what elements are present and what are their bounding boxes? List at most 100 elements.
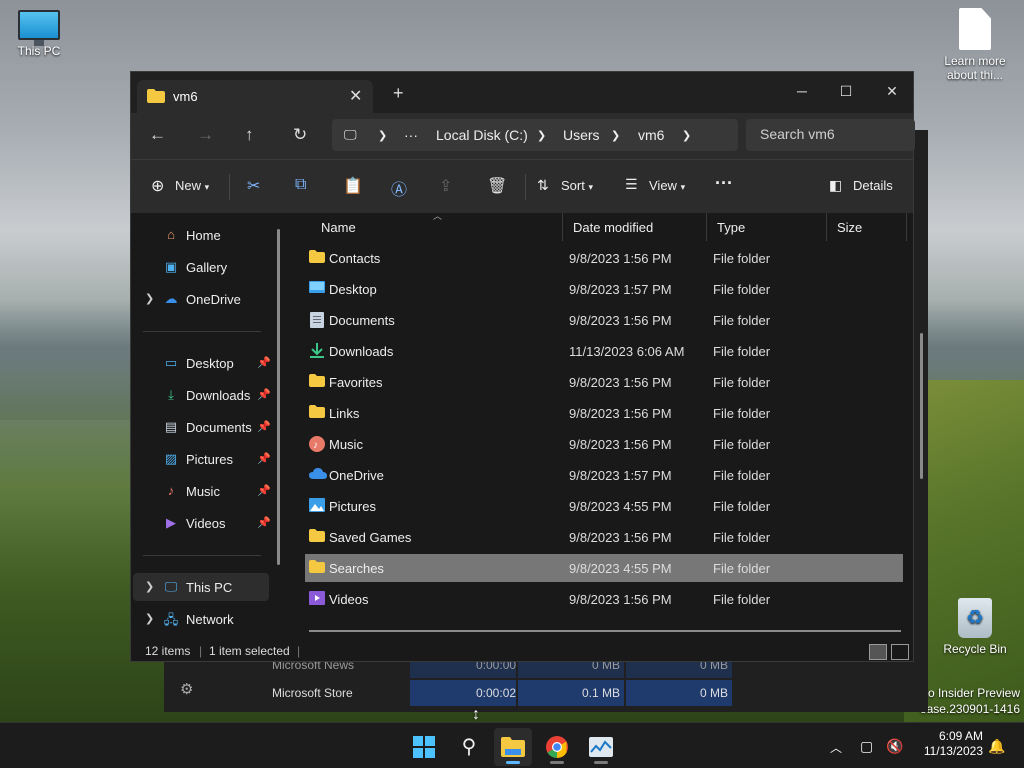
search-box[interactable]: [746, 119, 915, 151]
view-icon[interactable]: ☰: [625, 176, 638, 193]
file-row[interactable]: Videos 9/8/2023 1:56 PM File folder: [305, 585, 903, 613]
close-window-button[interactable]: ✕: [869, 76, 915, 106]
volume-muted-icon[interactable]: 🔇: [886, 738, 903, 755]
nav-item-downloads[interactable]: ⤓ Downloads 📌: [133, 381, 271, 409]
desktop-icon-recycle-bin[interactable]: ♻ Recycle Bin: [938, 598, 1012, 656]
file-row[interactable]: Saved Games 9/8/2023 1:56 PM File folder: [305, 523, 903, 551]
file-row[interactable]: Documents 9/8/2023 1:56 PM File folder: [305, 306, 903, 334]
file-row[interactable]: Downloads 11/13/2023 6:06 AM File folder: [305, 337, 903, 365]
file-explorer-window[interactable]: vm6 ✕ + ─ ☐ ✕ ← → ↑ ↻ 🖵 ❯ ··· Local Disk…: [130, 71, 923, 662]
forward-button[interactable]: →: [197, 125, 214, 145]
title-bar[interactable]: vm6 ✕ + ─ ☐ ✕: [131, 72, 913, 113]
clock-date: 11/13/2023: [923, 744, 983, 758]
minimize-button[interactable]: ─: [779, 76, 825, 106]
desktop-icon-this-pc[interactable]: This PC: [2, 10, 76, 58]
nav-item-onedrive[interactable]: ❯ ☁ OneDrive: [133, 285, 269, 313]
gear-icon[interactable]: ⚙: [180, 680, 193, 698]
maximize-button[interactable]: ☐: [823, 76, 869, 106]
delete-icon[interactable]: 🗑: [487, 176, 507, 196]
chevron-right-icon[interactable]: ❯: [145, 612, 154, 625]
address-overflow[interactable]: ···: [404, 127, 418, 143]
copy-icon[interactable]: ⧉: [295, 176, 306, 194]
file-row[interactable]: Links 9/8/2023 1:56 PM File folder: [305, 399, 903, 427]
pin-icon: 📌: [257, 389, 271, 401]
address-box[interactable]: 🖵 ❯ ··· Local Disk (C:) ❯ Users ❯ vm6 ❯: [332, 119, 738, 151]
desktop-icon-learn-more[interactable]: Learn more about thi...: [938, 8, 1012, 82]
chevron-right-icon[interactable]: ❯: [682, 129, 691, 142]
new-button[interactable]: New ▾: [175, 178, 209, 193]
nav-item-home[interactable]: ⌂ Home: [133, 221, 269, 249]
column-header-name[interactable]: Name: [311, 213, 563, 241]
details-pane-icon[interactable]: ◧: [829, 177, 842, 194]
network-status-icon[interactable]: ▢: [860, 738, 873, 755]
file-row[interactable]: Desktop 9/8/2023 1:57 PM File folder: [305, 275, 903, 303]
column-header-type[interactable]: Type: [707, 213, 827, 241]
notification-bell-icon[interactable]: 🔔: [988, 738, 1005, 755]
chevron-right-icon[interactable]: ❯: [145, 580, 154, 593]
rename-icon[interactable]: Ⓐ: [391, 176, 407, 200]
close-tab-icon[interactable]: ✕: [349, 86, 362, 106]
breadcrumb-local-disk[interactable]: Local Disk (C:): [436, 127, 528, 143]
nav-item-desktop[interactable]: ▭ Desktop 📌: [133, 349, 271, 377]
more-options-button[interactable]: ···: [715, 173, 733, 194]
nav-item-videos[interactable]: ▶ Videos 📌: [133, 509, 271, 537]
plus-circle-icon[interactable]: ⊕: [151, 176, 164, 196]
search-button[interactable]: ⚲: [450, 728, 488, 766]
clock[interactable]: 6:09 AM 11/13/2023: [913, 729, 983, 759]
file-row[interactable]: Searches 9/8/2023 4:55 PM File folder: [305, 554, 903, 582]
refresh-button[interactable]: ↻: [293, 125, 307, 145]
file-row[interactable]: OneDrive 9/8/2023 1:57 PM File folder: [305, 461, 903, 489]
new-tab-button[interactable]: +: [393, 83, 404, 104]
file-row[interactable]: Favorites 9/8/2023 1:56 PM File folder: [305, 368, 903, 396]
tab-vm6[interactable]: vm6 ✕: [137, 80, 373, 113]
file-type: File folder: [713, 344, 771, 359]
column-header-size[interactable]: Size: [827, 213, 907, 241]
process-row[interactable]: Microsoft Store 0:00:02 0.1 MB 0 MB: [164, 680, 928, 706]
tiles-view-button[interactable]: [891, 644, 909, 660]
monitor-icon[interactable]: 🖵: [344, 127, 357, 143]
chevron-right-icon[interactable]: ❯: [378, 129, 387, 142]
chevron-up-icon[interactable]: ︿: [830, 739, 842, 756]
nav-item-network[interactable]: ❯ 🖧 Network: [133, 605, 269, 633]
view-button[interactable]: View ▾: [649, 178, 685, 193]
file-date-modified: 9/8/2023 1:56 PM: [569, 437, 672, 452]
sort-label: Sort: [561, 178, 585, 193]
file-row[interactable]: ♪ Music 9/8/2023 1:56 PM File folder: [305, 430, 903, 458]
sort-icon[interactable]: ⇅: [537, 177, 549, 194]
chevron-right-icon[interactable]: ❯: [611, 129, 620, 142]
status-divider: |: [199, 644, 203, 658]
chevron-right-icon[interactable]: ❯: [145, 292, 154, 305]
chevron-right-icon[interactable]: ❯: [537, 129, 546, 142]
nav-item-pictures[interactable]: ▨ Pictures 📌: [133, 445, 271, 473]
taskbar-file-explorer[interactable]: [494, 728, 532, 766]
nav-item-music[interactable]: ♪ Music 📌: [133, 477, 271, 505]
nav-item-documents[interactable]: ▤ Documents 📌: [133, 413, 271, 441]
file-row[interactable]: Pictures 9/8/2023 4:55 PM File folder: [305, 492, 903, 520]
taskbar-chrome[interactable]: [538, 728, 576, 766]
search-input[interactable]: [760, 126, 910, 142]
back-button[interactable]: ←: [149, 125, 166, 145]
vertical-scrollbar[interactable]: [920, 333, 923, 479]
share-icon[interactable]: ⇪: [439, 176, 452, 196]
sort-button[interactable]: Sort ▾: [561, 178, 593, 193]
computer-icon: [18, 10, 60, 46]
nav-scrollbar[interactable]: [277, 229, 280, 565]
nav-label: Videos: [186, 516, 226, 531]
file-date-modified: 9/8/2023 1:56 PM: [569, 251, 672, 266]
paste-icon[interactable]: 📋: [343, 176, 363, 196]
file-row[interactable]: Contacts 9/8/2023 1:56 PM File folder: [305, 244, 903, 272]
details-view-button[interactable]: [869, 644, 887, 660]
breadcrumb-vm6[interactable]: vm6: [638, 127, 664, 143]
taskbar-task-manager[interactable]: [582, 728, 620, 766]
nav-item-this-pc[interactable]: ❯ 🖵 This PC: [133, 573, 269, 601]
details-button[interactable]: Details: [853, 178, 893, 193]
nav-item-gallery[interactable]: ▣ Gallery: [133, 253, 269, 281]
horizontal-scrollbar[interactable]: [309, 630, 901, 632]
breadcrumb-users[interactable]: Users: [563, 127, 600, 143]
file-name: Links: [329, 406, 360, 421]
column-header-date[interactable]: Date modified: [563, 213, 707, 241]
file-date-modified: 9/8/2023 1:57 PM: [569, 282, 672, 297]
cut-icon[interactable]: ✂: [247, 176, 260, 196]
start-button[interactable]: [405, 728, 443, 766]
up-button[interactable]: ↑: [245, 125, 254, 145]
